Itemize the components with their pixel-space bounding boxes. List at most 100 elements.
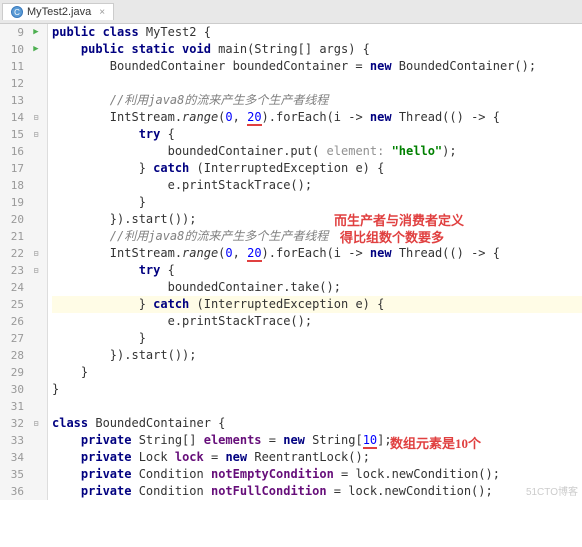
run-icon[interactable]: ▶ [33,24,38,41]
code-line-22: IntStream.range(0, 20).forEach(i -> new … [52,245,582,262]
line-number: 11 [0,58,28,75]
code-line-16: boundedContainer.put( element: "hello"); [52,143,582,160]
tab-bar: C MyTest2.java × [0,0,582,24]
gutter-row-10[interactable]: 10 ▶ [0,41,47,58]
gutter-row-13[interactable]: 13 [0,92,47,109]
code-line-10: public static void main(String[] args) { [52,41,582,58]
line-number: 13 [0,92,28,109]
range-arg-20: 20 [247,110,261,126]
code-line-35: private Condition notEmptyCondition = lo… [52,466,582,483]
code-line-27: } [52,330,582,347]
collapse-icon[interactable]: ⊟ [34,415,39,432]
gutter-row-23[interactable]: 23⊟ [0,262,47,279]
gutter-row-36[interactable]: 36 [0,483,47,500]
code-line-19: } [52,194,582,211]
gutter-row-26[interactable]: 26 [0,313,47,330]
line-number: 24 [0,279,28,296]
code-line-25: } catch (InterruptedException e) { [52,296,582,313]
line-number: 29 [0,364,28,381]
line-number: 16 [0,143,28,160]
code-line-17: } catch (InterruptedException e) { [52,160,582,177]
line-number: 10 [0,41,28,58]
svg-text:C: C [14,8,20,17]
line-number: 9 [0,24,28,41]
gutter-row-11[interactable]: 11 [0,58,47,75]
range-arg-20-b: 20 [247,246,261,262]
line-number: 19 [0,194,28,211]
line-number: 34 [0,449,28,466]
line-number: 21 [0,228,28,245]
line-number: 20 [0,211,28,228]
code-line-15: try { [52,126,582,143]
line-number: 31 [0,398,28,415]
gutter-row-25[interactable]: 25 [0,296,47,313]
line-number: 26 [0,313,28,330]
annotation-2: 数组元素是10个 [390,433,481,452]
gutter-row-22[interactable]: 22 ⊟ [0,245,47,262]
gutter-row-21[interactable]: 21 [0,228,47,245]
line-number: 22 [0,245,28,262]
java-class-icon: C [11,6,23,18]
gutter-row-19[interactable]: 19 [0,194,47,211]
line-number: 30 [0,381,28,398]
run-icon[interactable]: ▶ [33,41,38,58]
line-number: 33 [0,432,28,449]
line-number: 12 [0,75,28,92]
code-line-34: private Lock lock = new ReentrantLock(); [52,449,582,466]
line-number: 27 [0,330,28,347]
gutter-row-33[interactable]: 33 [0,432,47,449]
tab-filename: MyTest2.java [27,6,91,18]
collapse-icon[interactable]: ⊟ [34,262,39,279]
gutter-row-29[interactable]: 29 [0,364,47,381]
line-number: 35 [0,466,28,483]
gutter-row-31[interactable]: 31 [0,398,47,415]
gutter-row-28[interactable]: 28 [0,347,47,364]
gutter-row-24[interactable]: 24 [0,279,47,296]
code-line-18: e.printStackTrace(); [52,177,582,194]
line-number: 28 [0,347,28,364]
line-number: 32 [0,415,28,432]
collapse-icon[interactable]: ⊟ [34,126,39,143]
gutter-row-12[interactable]: 12 [0,75,47,92]
close-icon[interactable]: × [99,7,105,18]
gutter: 9▶10▶11121314⊟15⊟16171819202122⊟23⊟24252… [0,24,48,500]
gutter-row-27[interactable]: 27 [0,330,47,347]
collapse-icon[interactable]: ⊟ [34,245,39,262]
gutter-row-35[interactable]: 35 [0,466,47,483]
code-line-30: } [52,381,582,398]
gutter-row-17[interactable]: 17 [0,160,47,177]
gutter-row-9[interactable]: 9▶ [0,24,47,41]
editor: 9▶10▶11121314⊟15⊟16171819202122⊟23⊟24252… [0,24,582,500]
code-line-33: private String[] elements = new String[1… [52,432,582,449]
gutter-row-32[interactable]: 32 ⊟ [0,415,47,432]
gutter-row-20[interactable]: 20 [0,211,47,228]
code-line-21: //利用java8的流来产生多个生产者线程 [52,228,582,245]
code-area[interactable]: public class MyTest2 { public static voi… [48,24,582,500]
code-line-36: private Condition notFullCondition = loc… [52,483,582,500]
gutter-row-34[interactable]: 34 [0,449,47,466]
line-number: 14 [0,109,28,126]
code-line-11: BoundedContainer boundedContainer = new … [52,58,582,75]
code-line-29: } [52,364,582,381]
gutter-row-18[interactable]: 18 [0,177,47,194]
code-line-31 [52,398,582,415]
code-line-9: public class MyTest2 { [52,24,582,41]
line-number: 18 [0,177,28,194]
gutter-row-15[interactable]: 15⊟ [0,126,47,143]
code-line-13: //利用java8的流来产生多个生产者线程 [52,92,582,109]
code-line-28: }).start()); [52,347,582,364]
code-line-14: IntStream.range(0, 20).forEach(i -> new … [52,109,582,126]
gutter-row-16[interactable]: 16 [0,143,47,160]
code-line-20: }).start()); [52,211,582,228]
gutter-row-30[interactable]: 30 [0,381,47,398]
annotation-1-line2: 得比组数个数要多 [340,227,444,246]
line-number: 36 [0,483,28,500]
inline-hint: element: [327,144,385,158]
array-size-10: 10 [363,433,377,449]
code-line-12 [52,75,582,92]
code-line-24: boundedContainer.take(); [52,279,582,296]
gutter-row-14[interactable]: 14 ⊟ [0,109,47,126]
line-number: 17 [0,160,28,177]
collapse-icon[interactable]: ⊟ [34,109,39,126]
file-tab[interactable]: C MyTest2.java × [2,3,114,20]
